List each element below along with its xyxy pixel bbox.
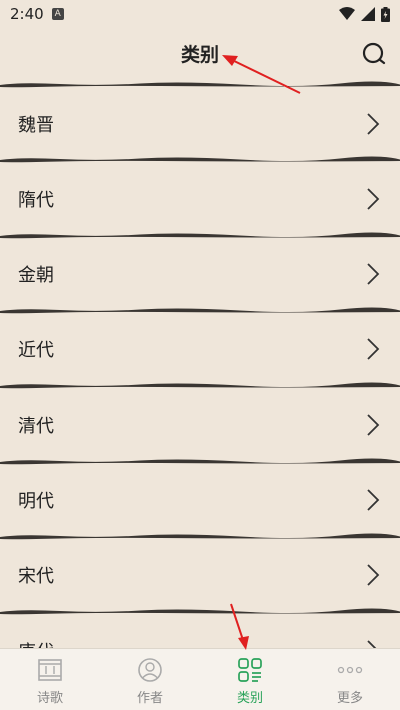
nav-item-more[interactable]: 更多: [300, 649, 400, 710]
chevron-right-icon: [367, 112, 380, 135]
category-label: 金朝: [18, 265, 54, 287]
category-label: 清代: [18, 415, 54, 437]
search-icon[interactable]: [362, 42, 386, 66]
battery-icon: [381, 6, 390, 22]
signal-icon: [361, 7, 375, 21]
category-label: 宋代: [18, 566, 54, 588]
category-item[interactable]: 魏晋: [0, 86, 400, 161]
nav-item-poems[interactable]: 诗歌: [0, 649, 100, 710]
category-item[interactable]: 宋代: [0, 538, 400, 613]
nav-label-more: 更多: [336, 691, 363, 706]
nav-label-categories: 类别: [236, 691, 263, 706]
author-icon: [138, 658, 162, 682]
category-label: 隋代: [18, 189, 54, 211]
notification-icon: A: [51, 8, 64, 20]
wifi-icon: [339, 7, 355, 20]
screen: 2:40 A 类别 魏晋隋代金朝近代清代明代宋代唐代: [0, 0, 400, 710]
status-right: [339, 6, 390, 22]
category-item[interactable]: 隋代: [0, 161, 400, 236]
category-label: 近代: [18, 340, 54, 362]
category-label: 明代: [18, 491, 54, 512]
more-icon: [337, 666, 363, 674]
category-icon: [238, 658, 262, 682]
category-item[interactable]: 明代: [0, 463, 400, 538]
status-time: 2:40: [10, 5, 44, 23]
chevron-right-icon: [367, 338, 380, 361]
chevron-right-icon: [367, 263, 380, 285]
status-left: 2:40 A: [10, 5, 64, 23]
chevron-right-icon: [367, 489, 380, 511]
header: 类别: [0, 28, 400, 80]
bottom-nav: 诗歌 作者 类别 更多: [0, 648, 400, 710]
category-label: 魏晋: [18, 114, 54, 136]
nav-label-poems: 诗歌: [36, 691, 63, 706]
category-item[interactable]: 金朝: [0, 237, 400, 312]
nav-label-authors: 作者: [136, 691, 163, 706]
nav-item-authors[interactable]: 作者: [100, 649, 200, 710]
poem-icon: [38, 659, 62, 681]
category-item[interactable]: 近代: [0, 312, 400, 387]
status-bar: 2:40 A: [0, 0, 400, 28]
chevron-right-icon: [367, 564, 380, 586]
chevron-right-icon: [367, 188, 380, 210]
chevron-right-icon: [367, 414, 380, 436]
page-title: 类别: [180, 44, 219, 66]
nav-item-categories[interactable]: 类别: [200, 649, 300, 710]
category-item[interactable]: 清代: [0, 387, 400, 462]
